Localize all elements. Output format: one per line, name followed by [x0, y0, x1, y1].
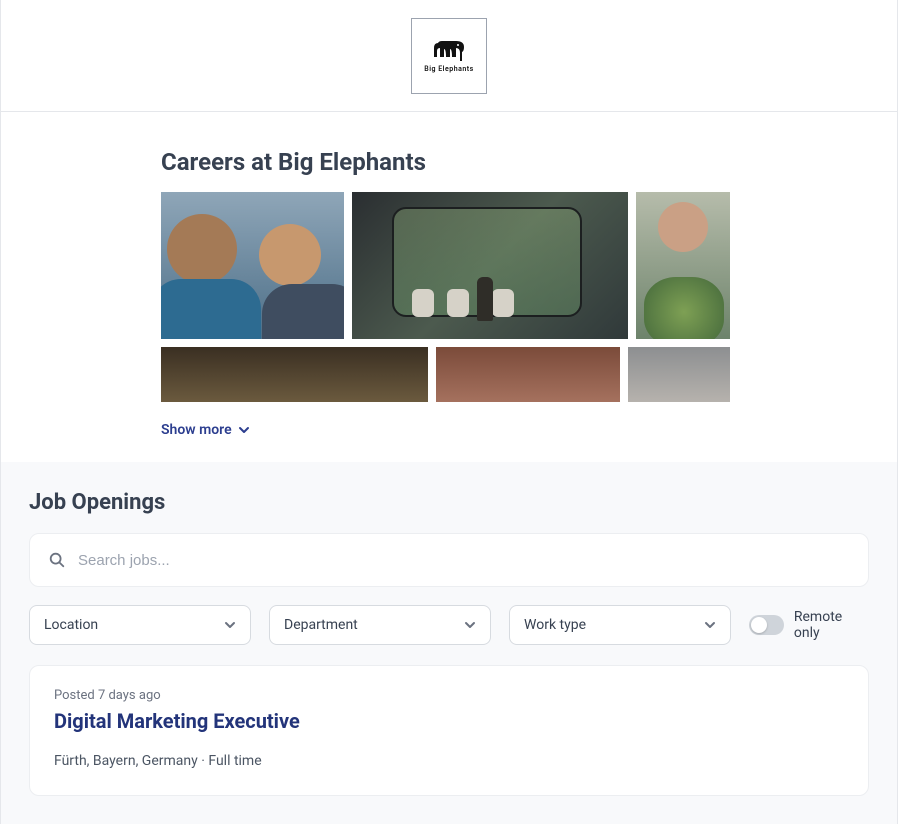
- chevron-down-icon: [464, 619, 476, 631]
- job-openings-section: Job Openings Location Department Work ty…: [1, 462, 897, 824]
- gallery-photo[interactable]: [352, 192, 628, 339]
- logo-text: Big Elephants: [424, 65, 473, 73]
- job-title: Digital Marketing Executive: [54, 709, 844, 733]
- remote-only-label: Remote only: [794, 609, 869, 641]
- location-select[interactable]: Location: [29, 605, 251, 645]
- filters-row: Location Department Work type Remote onl…: [29, 605, 869, 645]
- show-more-label: Show more: [161, 422, 232, 438]
- department-select[interactable]: Department: [269, 605, 491, 645]
- chevron-down-icon: [704, 619, 716, 631]
- worktype-select-label: Work type: [524, 617, 586, 633]
- search-box[interactable]: [29, 533, 869, 587]
- photo-gallery: [161, 192, 737, 402]
- chevron-down-icon: [238, 424, 250, 436]
- job-openings-heading: Job Openings: [29, 490, 869, 515]
- search-icon: [48, 551, 66, 569]
- location-select-label: Location: [44, 617, 98, 633]
- department-select-label: Department: [284, 617, 358, 633]
- company-logo[interactable]: Big Elephants: [411, 18, 487, 94]
- gallery-photo[interactable]: [161, 347, 428, 402]
- show-more-button[interactable]: Show more: [161, 422, 250, 438]
- careers-section: Careers at Big Elephants Show more: [1, 112, 897, 462]
- job-meta: Fürth, Bayern, Germany · Full time: [54, 753, 844, 769]
- remote-only-toggle[interactable]: [749, 615, 784, 635]
- gallery-photo[interactable]: [161, 192, 344, 339]
- chevron-down-icon: [224, 619, 236, 631]
- elephant-icon: [432, 39, 466, 61]
- job-card[interactable]: Posted 7 days ago Digital Marketing Exec…: [29, 665, 869, 796]
- gallery-photo[interactable]: [436, 347, 620, 402]
- careers-title: Careers at Big Elephants: [161, 148, 737, 176]
- site-header: Big Elephants: [1, 0, 897, 112]
- job-posted-date: Posted 7 days ago: [54, 688, 844, 703]
- worktype-select[interactable]: Work type: [509, 605, 731, 645]
- gallery-photo[interactable]: [636, 192, 730, 339]
- gallery-photo[interactable]: [628, 347, 730, 402]
- search-input[interactable]: [78, 552, 850, 569]
- remote-only-control: Remote only: [749, 609, 869, 641]
